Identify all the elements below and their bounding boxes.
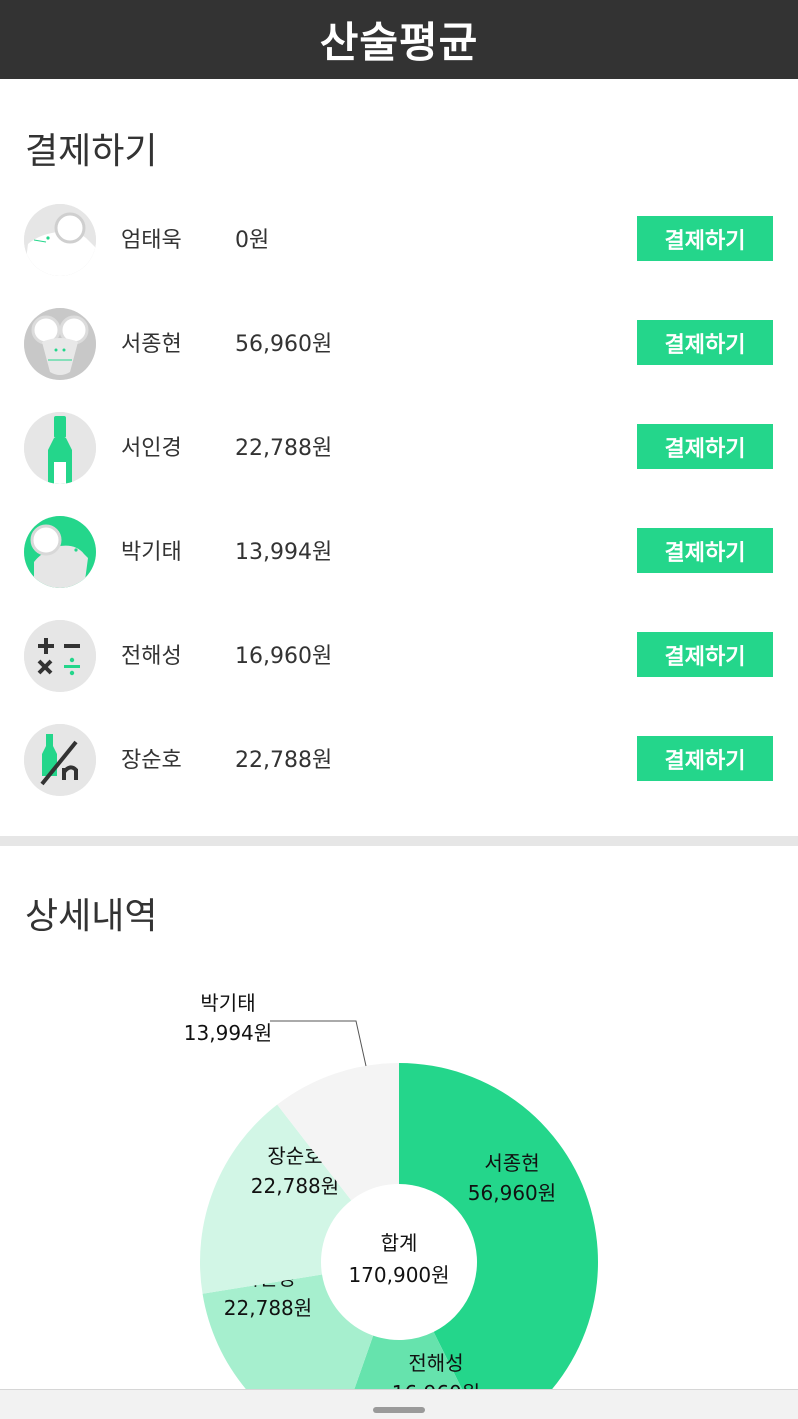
member-amount: 22,788원 (235, 436, 333, 461)
center-label: 합계 (381, 1231, 418, 1255)
member-amount: 0원 (235, 228, 270, 253)
list-item: 엄태욱 0원 결제하기 (0, 186, 798, 290)
slice-value-label: 13,994원 (184, 1021, 272, 1045)
pay-button[interactable]: 결제하기 (637, 528, 773, 573)
detail-section-title: 상세내역 (25, 896, 158, 937)
slice-value-label: 56,960원 (468, 1181, 556, 1205)
app-header: 산술평균 (0, 0, 798, 79)
avatar (24, 620, 96, 692)
member-name: 엄태욱 (121, 228, 182, 253)
list-item: 장순호 22,788원 결제하기 (0, 706, 798, 810)
app-title: 산술평균 (319, 18, 479, 67)
bottom-bar (0, 1389, 798, 1419)
member-name: 박기태 (121, 540, 182, 565)
pay-button[interactable]: 결제하기 (637, 216, 773, 261)
drag-handle[interactable] (373, 1407, 425, 1413)
avatar (24, 724, 96, 796)
donut-chart-svg: 서종현56,960원전해성16,960원서인경22,788원장순호22,788원… (184, 991, 598, 1390)
pay-button[interactable]: 결제하기 (637, 424, 773, 469)
member-name: 장순호 (121, 748, 182, 773)
slice-value-label: 22,788원 (251, 1174, 339, 1198)
center-value: 170,900원 (348, 1263, 449, 1287)
bottle-icon (24, 412, 96, 484)
avatar (24, 204, 96, 276)
mouse-peek-icon (24, 204, 96, 276)
slice-name-label: 전해성 (408, 1351, 463, 1375)
list-item: 전해성 16,960원 결제하기 (0, 602, 798, 706)
bottle-divide-n-icon (24, 724, 96, 796)
member-name: 서종현 (121, 332, 182, 357)
pay-button[interactable]: 결제하기 (637, 320, 773, 365)
slice-name-label: 박기태 (200, 991, 255, 1015)
list-item: 서인경 22,788원 결제하기 (0, 394, 798, 498)
slice-value-label: 22,788원 (224, 1296, 312, 1320)
member-amount: 56,960원 (235, 332, 333, 357)
section-divider (0, 836, 798, 846)
pie-slice (202, 1274, 374, 1390)
member-name: 서인경 (121, 436, 182, 461)
member-amount: 13,994원 (235, 540, 333, 565)
payment-list: 엄태욱 0원 결제하기 서종현 56,960원 결제하기 서인경 22,788원… (0, 186, 798, 810)
avatar (24, 516, 96, 588)
member-amount: 16,960원 (235, 644, 333, 669)
pay-button[interactable]: 결제하기 (637, 736, 773, 781)
list-item: 박기태 13,994원 결제하기 (0, 498, 798, 602)
leader-line (270, 1020, 367, 1067)
list-item: 서종현 56,960원 결제하기 (0, 290, 798, 394)
mouse-green-icon (24, 516, 96, 588)
avatar (24, 412, 96, 484)
calculator-icon (24, 620, 96, 692)
donut-chart: 서종현56,960원전해성16,960원서인경22,788원장순호22,788원… (0, 960, 798, 1390)
payment-section-title: 결제하기 (25, 131, 158, 172)
member-name: 전해성 (121, 644, 182, 669)
member-amount: 22,788원 (235, 748, 333, 773)
pay-button[interactable]: 결제하기 (637, 632, 773, 677)
avatar (24, 308, 96, 380)
slice-name-label: 서종현 (484, 1151, 539, 1175)
mouse-face-icon (24, 308, 96, 380)
